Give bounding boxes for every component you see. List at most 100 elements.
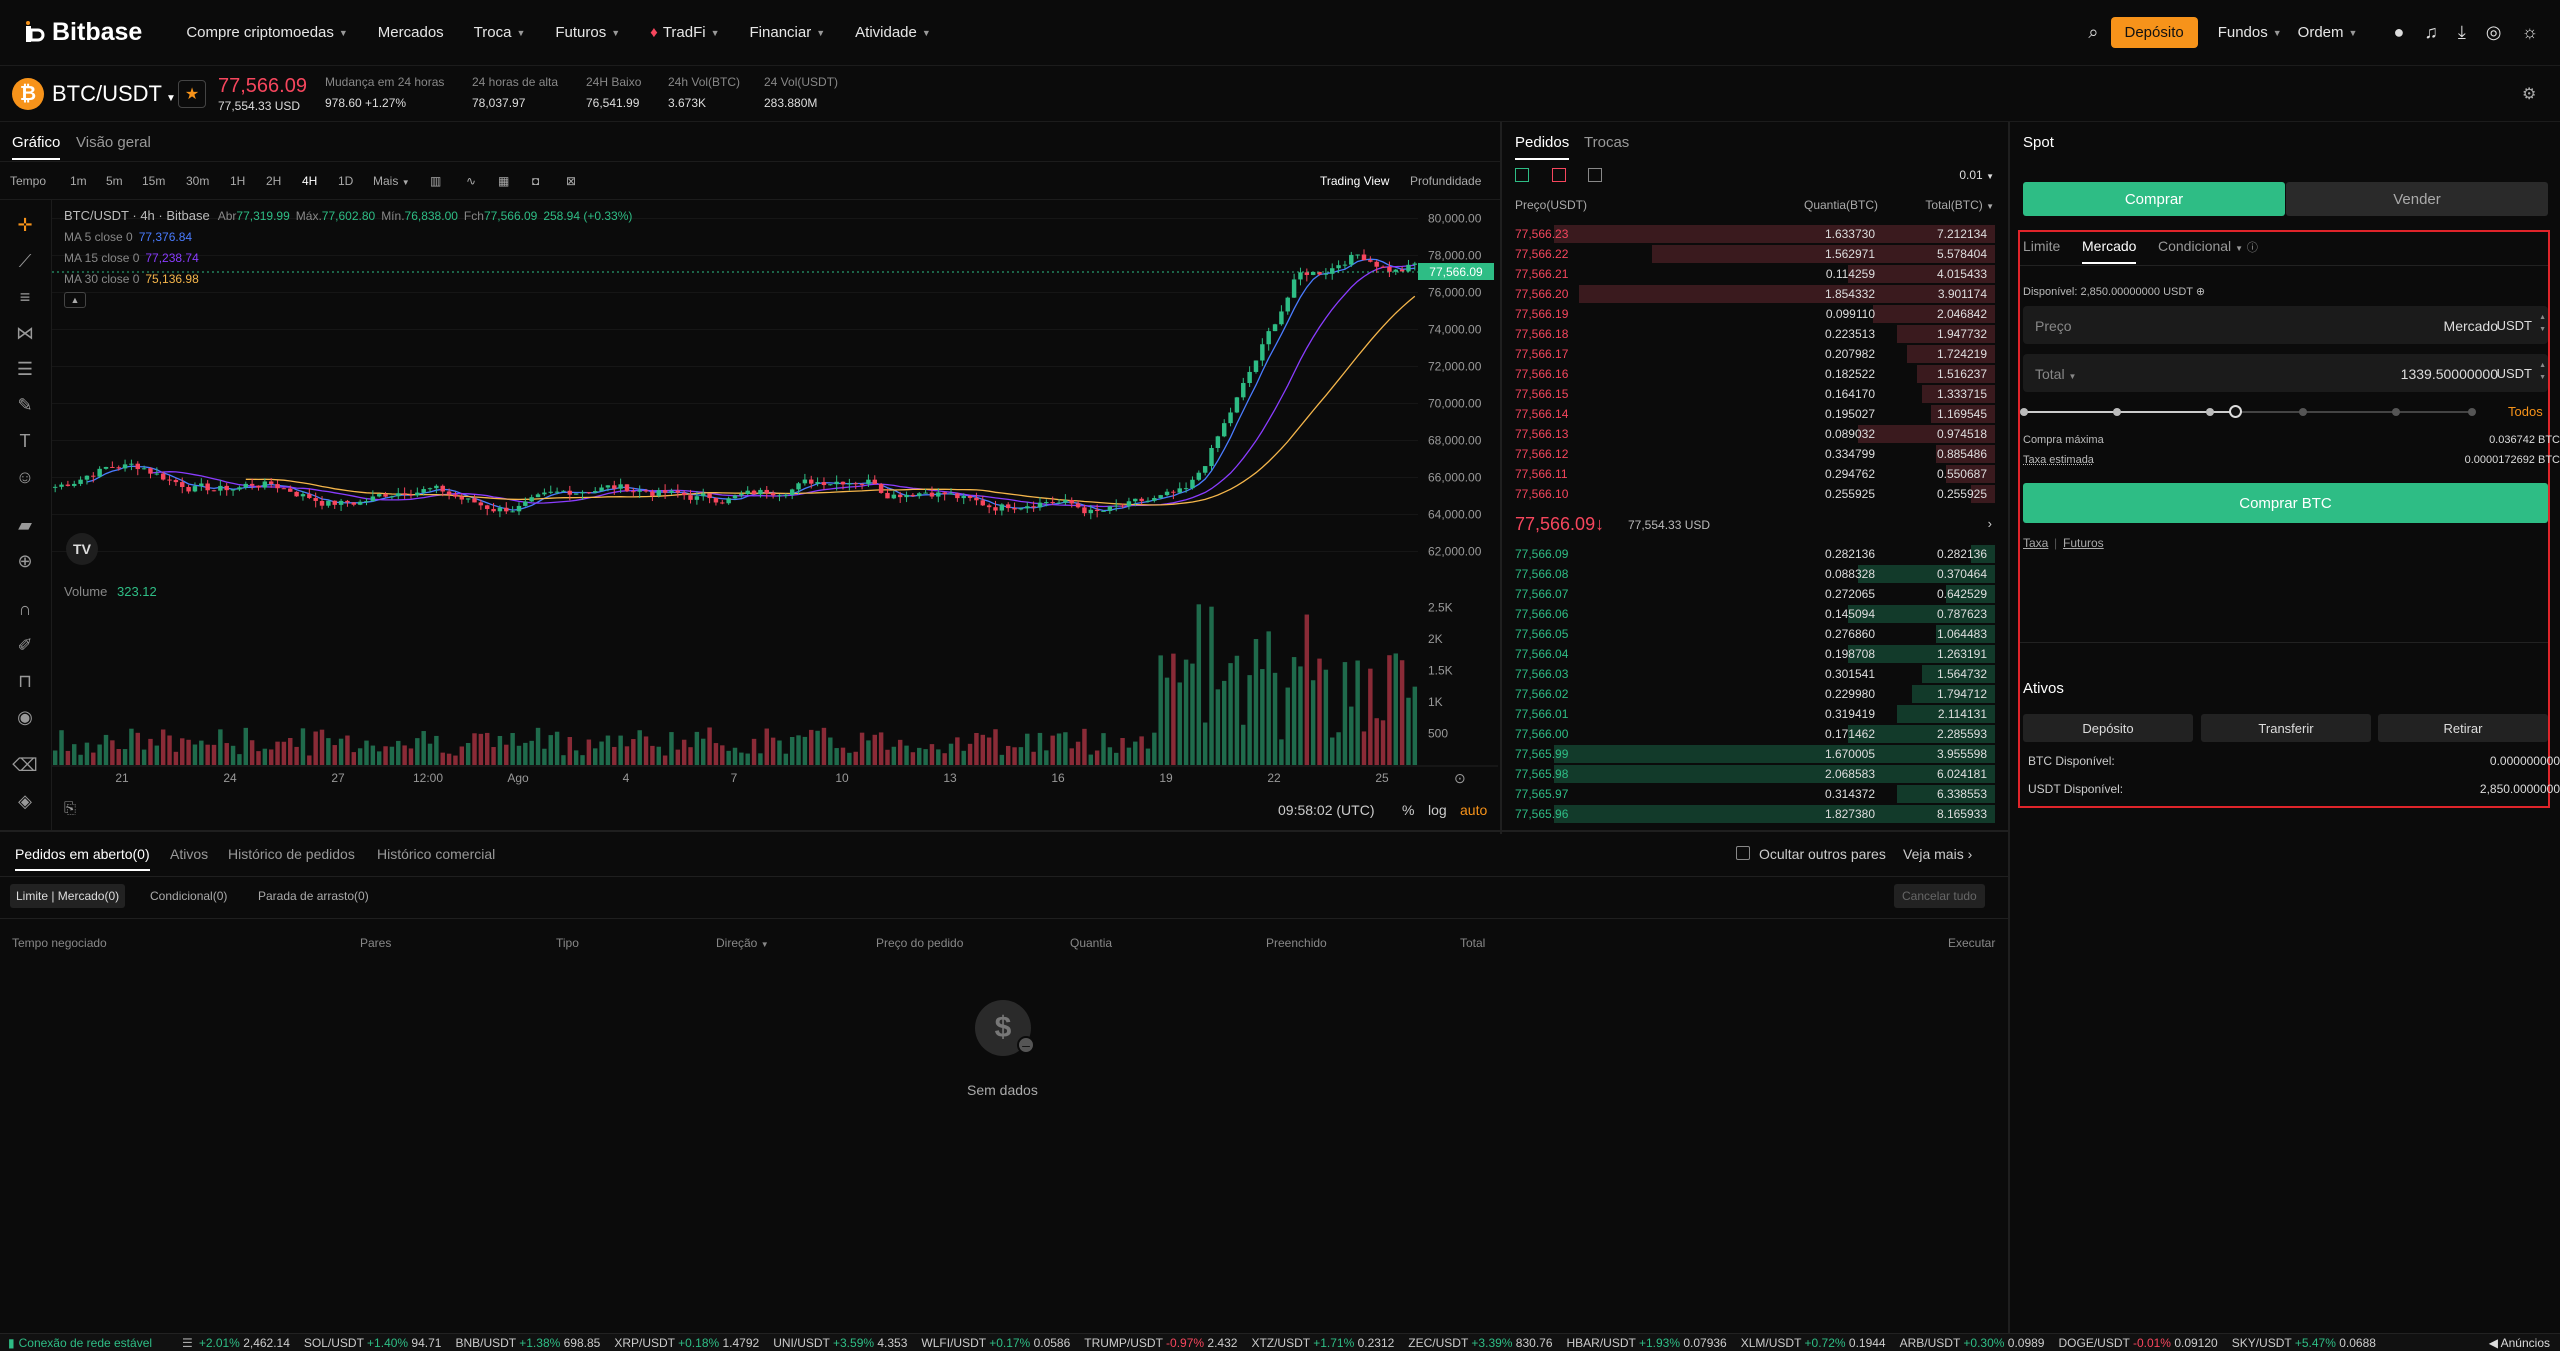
futures-link[interactable]: Futuros [2063,536,2104,550]
camera-icon[interactable]: ◘ [532,174,539,188]
orderbook-row[interactable]: 77,566.21 0.114259 4.015433 [1505,264,1995,284]
bar-chart-icon[interactable]: ▦ [498,174,509,188]
amount-slider[interactable] [2020,405,2476,418]
orderbook-row[interactable]: 77,566.08 0.088328 0.370464 [1505,564,1995,584]
col-direction[interactable]: Direção ▼ [716,936,769,950]
orderbook-row[interactable]: 77,566.14 0.195027 1.169545 [1505,404,1995,424]
tab-overview[interactable]: Visão geral [76,134,151,151]
orderbook-row[interactable]: 77,566.07 0.272065 0.642529 [1505,584,1995,604]
ticker-item[interactable]: WLFI/USDT +0.17% 0.0586 [921,1336,1070,1350]
ticker-item[interactable]: XTZ/USDT +1.71% 0.2312 [1251,1336,1394,1350]
ticker-item[interactable]: DOGE/USDT -0.01% 0.09120 [2058,1336,2217,1350]
tab-orderbook[interactable]: Pedidos [1515,134,1570,160]
ticker-item[interactable]: SKY/USDT +5.47% 0.0688 [2232,1336,2376,1350]
tab-assets[interactable]: Ativos [170,846,208,862]
subtab-trailing-stop[interactable]: Parada de arrasto(0) [258,889,369,903]
price-field[interactable]: Preço Mercado USDT ▲ ▼ [2023,306,2548,344]
interval-1h[interactable]: 1H [230,174,245,188]
nav-markets[interactable]: Mercados [378,24,444,41]
asset-withdraw-button[interactable]: Retirar [2378,714,2548,742]
see-more-link[interactable]: Veja mais › [1903,846,1972,862]
pattern-icon[interactable]: ⋈ [12,320,38,346]
bell-icon[interactable]: ♫ [2424,22,2438,43]
ticker-item[interactable]: HBAR/USDT +1.93% 0.07936 [1567,1336,1727,1350]
buy-btc-button[interactable]: Comprar BTC [2023,483,2548,523]
chevron-right-icon[interactable]: › [1988,516,1992,531]
crosshair-icon[interactable]: ✛ [12,212,38,238]
orderbook-row[interactable]: 77,566.19 0.099110 2.046842 [1505,304,1995,324]
ticker-item[interactable]: UNI/USDT +3.59% 4.353 [773,1336,907,1350]
nav-trade[interactable]: Troca ▼ [474,24,526,41]
subtab-conditional[interactable]: Condicional(0) [150,889,227,903]
orderbook-row[interactable]: 77,566.09 0.282136 0.282136 [1505,544,1995,564]
candle-type-icon[interactable]: ▥ [430,174,441,188]
orderbook-row[interactable]: 77,566.11 0.294762 0.550687 [1505,464,1995,484]
orderbook-row[interactable]: 77,566.06 0.145094 0.787623 [1505,604,1995,624]
total-select[interactable]: Total ▼ [2035,366,2076,382]
orderbook-row[interactable]: 77,565.98 2.068583 6.024181 [1505,764,1995,784]
precision-select[interactable]: 0.01 ▼ [1959,168,1994,182]
tab-open-orders[interactable]: Pedidos em aberto(0) [15,846,150,871]
ticker-item[interactable]: BNB/USDT +1.38% 698.85 [455,1336,600,1350]
book-asks-icon[interactable] [1552,168,1566,182]
ticker-item[interactable]: ARB/USDT +0.30% 0.0989 [1900,1336,2045,1350]
asset-deposit-button[interactable]: Depósito [2023,714,2193,742]
interval-5m[interactable]: 5m [106,174,123,188]
tab-order-history[interactable]: Histórico de pedidos [228,846,355,862]
tab-trades[interactable]: Trocas [1584,134,1629,151]
target-icon[interactable]: ⊙ [1454,770,1466,787]
percent-toggle[interactable]: % [1402,802,1414,818]
theme-icon[interactable]: ☼ [2522,22,2539,43]
collapse-legend-icon[interactable]: ▲ [64,292,86,308]
user-icon[interactable]: ● [2393,22,2404,43]
nav-funds[interactable]: Fundos ▼ [2218,24,2282,41]
brush-icon[interactable]: ✎ [12,392,38,418]
fib-icon[interactable]: ☰ [12,356,38,382]
orderbook-row[interactable]: 77,566.22 1.562971 5.578404 [1505,244,1995,264]
slider-thumb[interactable] [2228,405,2242,418]
add-circle-icon[interactable]: ⊕ [2196,286,2205,298]
nav-futures[interactable]: Futuros ▼ [555,24,620,41]
ticker-item[interactable]: XLM/USDT +0.72% 0.1944 [1741,1336,1886,1350]
lock-icon[interactable]: ⊓ [12,668,38,694]
compare-icon[interactable]: ⎘ [64,800,76,817]
favorite-star-icon[interactable]: ★ [178,80,206,108]
nav-order[interactable]: Ordem ▼ [2298,24,2358,41]
interval-4h[interactable]: 4H [302,174,317,188]
nav-activity[interactable]: Atividade ▼ [855,24,931,41]
hide-others-checkbox[interactable] [1736,846,1750,860]
tradingview-logo-icon[interactable]: TV [66,533,98,565]
stepper-icon[interactable]: ▲ ▼ [2539,312,2546,336]
buy-side-button[interactable]: Comprar [2023,182,2285,216]
nav-tradfi[interactable]: ♦ TradFi ▼ [650,24,719,41]
cancel-all-button[interactable]: Cancelar tudo [1894,884,1985,908]
orderbook-row[interactable]: 77,566.13 0.089032 0.974518 [1505,424,1995,444]
interval-2h[interactable]: 2H [266,174,281,188]
settings-icon[interactable]: ⚙ [2522,84,2536,104]
tab-chart[interactable]: Gráfico [12,134,61,160]
deposit-button[interactable]: Depósito [2110,17,2198,48]
nav-finance[interactable]: Financiar ▼ [750,24,826,41]
all-button[interactable]: Todos [2508,404,2543,419]
announcements[interactable]: ◀ Anúncios [2489,1336,2550,1350]
interval-1m[interactable]: 1m [70,174,87,188]
book-both-icon[interactable] [1515,168,1529,182]
fee-link[interactable]: Taxa [2023,536,2048,550]
pair-selector[interactable]: BTC/USDT ▼ [52,81,176,107]
ticker-list-icon[interactable]: ☰ [182,1336,193,1350]
orderbook-row[interactable]: 77,566.04 0.198708 1.263191 [1505,644,1995,664]
indicators-icon[interactable]: ∿ [466,174,476,188]
orderbook-row[interactable]: 77,566.15 0.164170 1.333715 [1505,384,1995,404]
search-icon[interactable]: ⌕ [2088,22,2098,43]
download-icon[interactable]: ⤓ [2458,22,2466,43]
logo[interactable]: Bitbase [22,18,142,47]
orderbook-row[interactable]: 77,565.99 1.670005 3.955598 [1505,744,1995,764]
subtab-limit-market[interactable]: Limite | Mercado(0) [10,884,126,908]
ruler-icon[interactable]: ▰ [12,512,38,538]
tab-trade-history[interactable]: Histórico comercial [377,846,495,862]
total-field[interactable]: Total ▼ 1339.50000000 USDT ▲ ▼ [2023,354,2548,392]
ticker-item[interactable]: TRUMP/USDT -0.97% 2.432 [1084,1336,1237,1350]
sell-side-button[interactable]: Vender [2286,182,2548,216]
log-toggle[interactable]: log [1428,802,1447,818]
fee-label[interactable]: Taxa estimada [2023,454,2094,466]
